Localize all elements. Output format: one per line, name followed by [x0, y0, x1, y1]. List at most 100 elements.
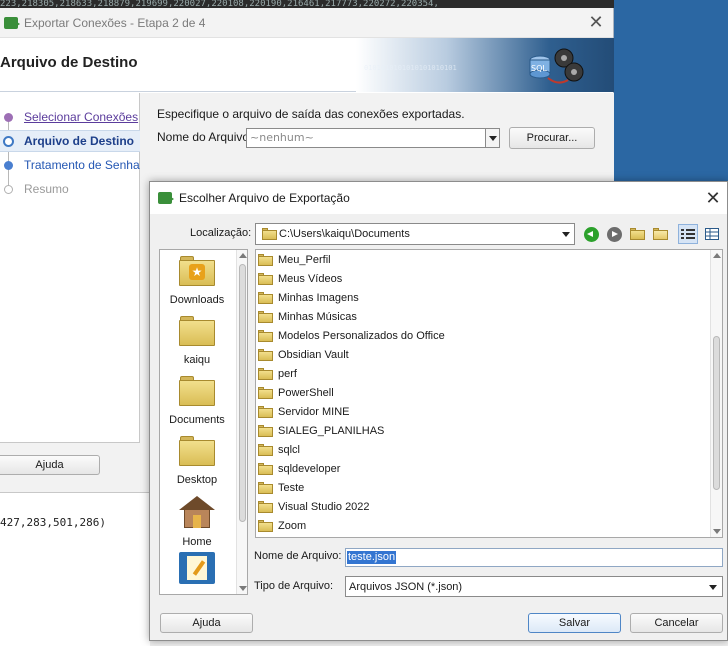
new-folder-button[interactable] — [650, 224, 670, 244]
wizard-header-title: Arquivo de Destino — [0, 54, 138, 71]
file-name: Meus Vídeos — [278, 272, 343, 285]
chevron-down-icon[interactable] — [709, 585, 717, 590]
forward-button[interactable] — [604, 224, 624, 244]
home-icon — [179, 496, 215, 530]
file-list-scrollbar[interactable] — [710, 250, 722, 537]
list-item[interactable]: Zoom — [256, 516, 711, 535]
place-label: Downloads — [169, 294, 225, 306]
chevron-down-icon[interactable] — [485, 129, 499, 147]
list-item[interactable]: Obsidian Vault — [256, 345, 711, 364]
folder-icon — [258, 367, 273, 380]
list-view-icon — [681, 229, 695, 239]
list-item[interactable]: PowerShell — [256, 383, 711, 402]
file-name: perf — [278, 367, 297, 380]
folder-icon — [258, 424, 273, 437]
back-button[interactable] — [581, 224, 601, 244]
list-item[interactable]: Meu_Perfil — [256, 250, 711, 269]
wizard-title: Exportar Conexões - Etapa 2 de 4 — [24, 15, 206, 30]
step-label: Tratamento de Senha — [24, 158, 140, 172]
up-folder-button[interactable] — [627, 224, 647, 244]
place-documents[interactable]: Documents — [160, 372, 234, 432]
folder-icon — [258, 310, 273, 323]
list-view-button[interactable] — [678, 224, 698, 244]
place-desktop[interactable]: Desktop — [160, 432, 234, 492]
sqldeveloper-app-icon — [158, 192, 174, 204]
file-name: sqldeveloper — [278, 462, 341, 475]
list-item[interactable]: Meus Vídeos — [256, 269, 711, 288]
file-name: Visual Studio 2022 — [278, 500, 370, 513]
scroll-thumb[interactable] — [713, 336, 720, 490]
wizard-steps-panel: Selecionar Conexões Arquivo de Destino T… — [0, 93, 140, 443]
places-scrollbar[interactable] — [236, 250, 247, 594]
file-name: sqlcl — [278, 443, 301, 456]
up-folder-icon — [629, 228, 645, 240]
step-label: Selecionar Conexões — [24, 110, 139, 124]
step-dot-icon — [4, 112, 13, 122]
list-item[interactable]: Modelos Personalizados do Office — [256, 326, 711, 345]
help-button[interactable]: Ajuda — [160, 613, 253, 633]
wizard-banner: 0101010101010101010101 SQL — [356, 38, 614, 92]
scroll-up-icon[interactable] — [239, 253, 247, 258]
details-view-icon — [705, 228, 719, 240]
folder-icon — [258, 272, 273, 285]
wizard-file-label: Nome do Arquivo — [157, 130, 250, 144]
step-tratamento-de-senha[interactable]: Tratamento de Senha — [0, 154, 140, 176]
file-name: Meu_Perfil — [278, 253, 331, 266]
place-label: Home — [182, 536, 212, 548]
wizard-close-icon[interactable]: ✕ — [587, 12, 605, 33]
step-arquivo-de-destino[interactable]: Arquivo de Destino — [0, 130, 140, 152]
details-view-button[interactable] — [702, 224, 722, 244]
step-selecionar-conexoes[interactable]: Selecionar Conexões — [0, 106, 140, 128]
step-label: Arquivo de Destino — [24, 134, 135, 148]
list-item[interactable]: sqlcl — [256, 440, 711, 459]
place-label: Documents — [169, 414, 225, 426]
folder-icon — [258, 519, 273, 532]
place-label: Desktop — [176, 474, 218, 486]
list-item[interactable]: SIALEG_PLANILHAS — [256, 421, 711, 440]
save-button[interactable]: Salvar — [528, 613, 621, 633]
file-name: Modelos Personalizados do Office — [278, 329, 445, 342]
scroll-thumb[interactable] — [239, 264, 246, 522]
file-name: Zoom — [278, 519, 307, 532]
place-kaiqu[interactable]: kaiqu — [160, 312, 234, 372]
file-name-input[interactable]: teste.json — [345, 548, 723, 567]
new-folder-icon — [652, 228, 668, 240]
place-documents-shortcut[interactable] — [160, 552, 234, 594]
background-text: 223,218305,218633,218879,219699,220027,2… — [0, 0, 614, 8]
browse-button[interactable]: Procurar... — [509, 127, 595, 149]
list-item[interactable]: Visual Studio 2022 — [256, 497, 711, 516]
list-item[interactable]: perf — [256, 364, 711, 383]
documents-icon — [179, 552, 215, 584]
folder-icon — [258, 481, 273, 494]
sqldeveloper-app-icon — [4, 16, 20, 29]
wizard-file-combo[interactable]: ~nenhum~ — [246, 128, 500, 148]
file-type-select[interactable]: Arquivos JSON (*.json) — [345, 576, 723, 597]
file-type-label: Tipo de Arquivo: — [254, 580, 334, 592]
location-combo[interactable]: C:\Users\kaiqu\Documents — [255, 223, 575, 245]
cancel-button[interactable]: Cancelar — [630, 613, 723, 633]
list-item[interactable]: Teste — [256, 478, 711, 497]
list-item[interactable]: Servidor MINE — [256, 402, 711, 421]
list-item[interactable]: Minhas Imagens — [256, 288, 711, 307]
folder-icon — [179, 376, 215, 406]
sql-export-icon: SQL — [529, 48, 584, 84]
list-item[interactable]: Minhas Músicas — [256, 307, 711, 326]
folder-icon — [258, 253, 273, 266]
place-label: kaiqu — [183, 354, 211, 366]
downloads-folder-icon: ★ — [179, 256, 215, 286]
list-item[interactable]: sqldeveloper — [256, 459, 711, 478]
scroll-down-icon[interactable] — [713, 529, 721, 534]
file-name-label: Nome de Arquivo: — [254, 550, 342, 562]
chooser-title: Escolher Arquivo de Exportação — [179, 191, 350, 205]
place-home[interactable]: Home — [160, 492, 234, 552]
file-list: Meu_Perfil Meus Vídeos Minhas Imagens Mi… — [255, 249, 723, 538]
place-downloads[interactable]: ★ Downloads — [160, 252, 234, 312]
back-icon — [583, 226, 599, 242]
step-resumo: Resumo — [0, 178, 140, 200]
chooser-close-icon[interactable]: ✕ — [703, 188, 723, 209]
scroll-up-icon[interactable] — [713, 253, 721, 258]
scroll-down-icon[interactable] — [239, 586, 247, 591]
wizard-header: Arquivo de Destino 010101010101010101010… — [0, 38, 614, 92]
chevron-down-icon[interactable] — [562, 232, 570, 237]
wizard-help-button[interactable]: Ajuda — [0, 455, 100, 475]
